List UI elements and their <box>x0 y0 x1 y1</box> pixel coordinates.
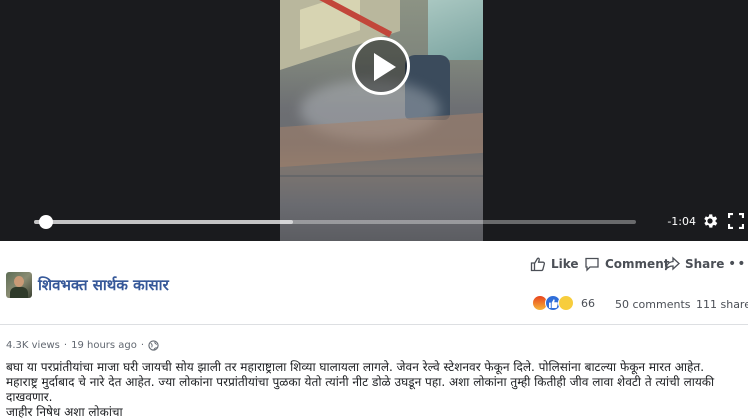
reaction-count: 66 <box>581 296 595 310</box>
comment-label: Comment <box>605 257 670 271</box>
view-count: 4.3K views <box>6 340 60 351</box>
more-options-icon[interactable]: ••• <box>728 257 748 271</box>
comment-button[interactable]: Comment <box>584 256 669 272</box>
author-name[interactable]: शिवभक्त सार्थक कासार <box>38 275 169 295</box>
post-text-line: दाखवणार. <box>6 390 53 404</box>
seek-bar[interactable] <box>34 215 636 229</box>
shares-count[interactable]: 111 shares <box>696 298 748 311</box>
sad-reaction-icon <box>558 295 574 311</box>
share-button[interactable]: Share <box>664 256 724 272</box>
divider <box>0 324 748 325</box>
thumbs-up-icon <box>530 257 546 272</box>
globe-icon[interactable] <box>148 340 159 351</box>
play-button[interactable] <box>352 37 410 95</box>
time-remaining: -1:04 <box>667 215 696 228</box>
timestamp[interactable]: 19 hours ago <box>71 340 137 351</box>
comment-icon <box>585 257 599 272</box>
share-icon <box>664 256 680 271</box>
share-label: Share <box>685 257 725 271</box>
avatar[interactable] <box>6 272 32 298</box>
post-meta: 4.3K views · 19 hours ago · <box>6 340 159 351</box>
meta-separator: · <box>140 340 145 351</box>
like-button[interactable]: Like <box>530 256 579 272</box>
play-icon <box>374 53 396 81</box>
fullscreen-icon[interactable] <box>728 213 744 229</box>
buffered-progress <box>34 220 293 224</box>
post-body: बघा या परप्रांतीयांचा माजा घरी जायची सोय… <box>6 360 741 420</box>
post-text-line: जाहीर निषेध अशा लोकांचा <box>6 405 123 419</box>
meta-separator: · <box>63 340 68 351</box>
comments-count[interactable]: 50 comments <box>615 298 691 311</box>
post-text-line: बघा या परप्रांतीयांचा माजा घरी जायची सोय… <box>6 360 705 374</box>
post-text-line: महाराष्ट्र मुर्दाबाद चे नारे देत आहेत. ज… <box>6 375 715 389</box>
like-label: Like <box>551 257 579 271</box>
video-player[interactable]: -1:04 <box>0 0 748 241</box>
seek-handle[interactable] <box>39 215 53 229</box>
gear-icon[interactable] <box>701 212 719 230</box>
reactions-summary[interactable]: 66 <box>532 295 595 311</box>
